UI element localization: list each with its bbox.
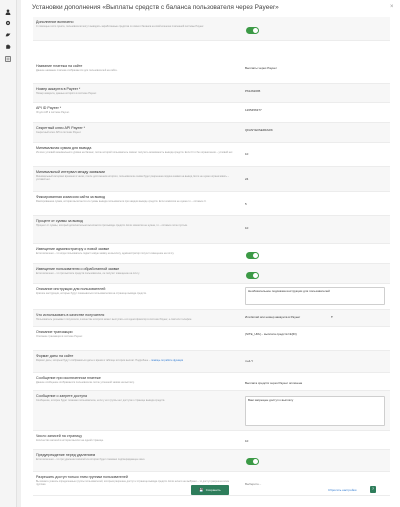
user-icon[interactable] [5,9,11,15]
setting-label: Извещение администратору о новой заявке [36,247,110,251]
setting-description: Описание транзакции в системе Payeer. [36,335,83,338]
denied-message-textarea[interactable]: Вам запрещен доступ к выплату [245,396,385,426]
setting-description: С помощью этого пункта, пользователи мог… [36,25,205,28]
setting-label: Описание транзакции [36,330,73,334]
setting-notify-admin: Извещение администратору о новой заявке … [33,244,390,264]
setting-description: Номер аккаунта, данные которого в систем… [36,92,97,95]
setting-label: Сообщение при исключенном платеже [36,376,101,380]
min-interval-input[interactable]: 24 [245,177,248,181]
setting-label: Название платежа на сайте [36,64,83,68]
enabled-toggle[interactable] [246,27,259,34]
setting-per-page: Число записей на страницу Количество зап… [33,431,390,450]
confirm-delete-toggle[interactable] [246,458,259,465]
reset-settings-link[interactable]: Сбросить настройки [328,488,356,492]
setting-label: Число записей на страницу [36,434,83,438]
instructions-textarea[interactable]: Необязательное подсказка инструкции для … [245,287,385,305]
save-button[interactable]: 💾 Сохранить [191,485,229,495]
setting-notify-user: Извещение пользователю о обработанной за… [33,264,390,284]
date-format-desc-text: Формат даты, которым будут отображаться … [36,359,151,362]
setting-label: Минимальный интервал между заявками [36,170,105,174]
date-format-input[interactable]: m-d-Y [245,359,253,363]
per-page-input[interactable]: 10 [245,439,248,443]
setting-success-message: Сообщение при исключенном платеже Данное… [33,373,390,391]
setting-description: Фиксированная сумма, которая вычитается … [36,200,207,203]
sidebar [0,0,17,507]
setting-min-interval: Минимальный интервал между заявками Мини… [33,167,390,192]
setting-label: Что использовать в качестве получателя [36,313,105,317]
setting-instructions: Описание инструкции для пользователей Кр… [33,284,390,310]
setting-description: Из всех условий минимального уровня на б… [36,151,233,154]
setting-label: Фиксированная комиссия сайта за вывод [36,195,105,199]
setting-description: Процент от суммы, который дополнительно … [36,224,188,227]
setting-description: Данное сообщение отображается пользовате… [36,381,135,384]
help-button[interactable]: ? [370,486,376,493]
setting-label: Сообщение о запрете доступа [36,394,87,398]
allowed-groups-select[interactable]: Выберите... [245,482,261,486]
page-title: Установки дополнения «Выплаты средств с … [32,4,279,11]
setting-description: ID для API в системе Payeer. [36,111,70,114]
account-number-input[interactable]: P61262095 [245,89,260,93]
api-id-input[interactable]: 1265456377 [245,108,262,112]
setting-confirm-delete: Предупреждение перед удалением Если вклю… [33,450,390,472]
setting-fixed-fee: Фиксированная комиссия сайта за вывод Фи… [33,192,390,216]
setting-account-number: Номер аккаунта в Payeer * Номер аккаунта… [33,84,390,103]
setting-label: Номер аккаунта в Payeer * [36,87,81,91]
setting-description: Формат даты, которым будут отображаться … [36,359,236,362]
recipient-select[interactable]: Или Email или номер аккаунта в Payeer ▾ [245,315,337,321]
settings-icon[interactable] [5,20,11,26]
recipient-select-value: Или Email или номер аккаунта в Payeer [245,315,301,319]
setting-description: Сообщение, которое будет показано пользо… [36,399,166,402]
setting-description: Краткие инструкции, которые будут показы… [36,292,147,295]
save-icon: 💾 [199,488,204,492]
save-button-label: Сохранить [205,488,221,492]
setting-recipient: Что использовать в качестве получателя П… [33,310,390,327]
setting-description: Если включено – то когда пользователь по… [36,252,175,255]
setting-date-format: Формат даты на сайте Формат даты, которы… [33,351,390,373]
notify-admin-toggle[interactable] [246,252,259,259]
close-icon[interactable]: × [390,4,394,10]
setting-label: Извещение пользователю о обработанной за… [36,267,120,271]
setting-description: Минимальный интервал времени в часах, по… [36,175,229,182]
setting-label: Минимальная сумма для вывода [36,146,92,150]
payout-title-input[interactable]: Выплаты через Payeer [245,66,277,70]
setting-label: Формат даты на сайте [36,354,74,358]
setting-denied-message: Сообщение о запрете доступа Сообщение, к… [33,391,390,431]
setting-description: Если включено – то при выплате средств п… [36,272,140,275]
setting-description: Если включено – то при удалении записей … [36,458,146,461]
percent-fee-input[interactable]: 10 [245,226,248,230]
date-format-help-link[interactable]: помощь по работе функции [151,359,183,362]
success-message-input[interactable]: Выплата средств через Payeer оплачена [245,381,302,385]
setting-payout-title: Название платежа на сайте Данное названи… [33,61,390,84]
setting-label: Дополнение включено [36,20,74,24]
setting-description: Количество записей в истории выплат на о… [36,439,104,442]
setting-percent-fee: Процент от суммы за вывод Процент от сум… [33,216,390,244]
setting-description: Пользователь указывает получателя, в кач… [36,318,192,321]
list-icon[interactable] [5,56,11,62]
setting-label: API ID Payeer * [36,106,62,110]
setting-tx-description: Описание транзакции Описание транзакции … [33,327,390,351]
setting-label: Секретный ключ API Payeer * [36,126,86,130]
chevron-down-icon: ▾ [331,315,333,319]
tx-description-input[interactable]: {SITE_URL} - выплата средств №{ID} [245,332,297,336]
puzzle-icon[interactable] [5,44,11,50]
setting-min-amount: Минимальная сумма для вывода Из всех усл… [33,143,390,167]
setting-label: Разрешить доступ только этим группам пол… [36,475,128,479]
min-amount-input[interactable]: 10 [245,152,248,156]
secret-key-input[interactable]: QFANYE0SERFARK [245,128,273,132]
setting-description: Данное название платежа отображается для… [36,69,118,72]
fixed-fee-input[interactable]: 5 [245,202,247,206]
setting-label: Предупреждение перед удалением [36,453,96,457]
bird-icon[interactable] [5,32,11,38]
setting-secret-key: Секретный ключ API Payeer * Секретный кл… [33,123,390,143]
notify-user-toggle[interactable] [246,272,259,279]
setting-label: Описание инструкции для пользователей [36,287,106,291]
setting-description: Секретный ключ API в системе Payeer. [36,131,82,134]
setting-enabled: Дополнение включено С помощью этого пунк… [33,17,390,41]
setting-label: Процент от суммы за вывод [36,219,83,223]
setting-api-id: API ID Payeer * ID для API в системе Pay… [33,103,390,123]
